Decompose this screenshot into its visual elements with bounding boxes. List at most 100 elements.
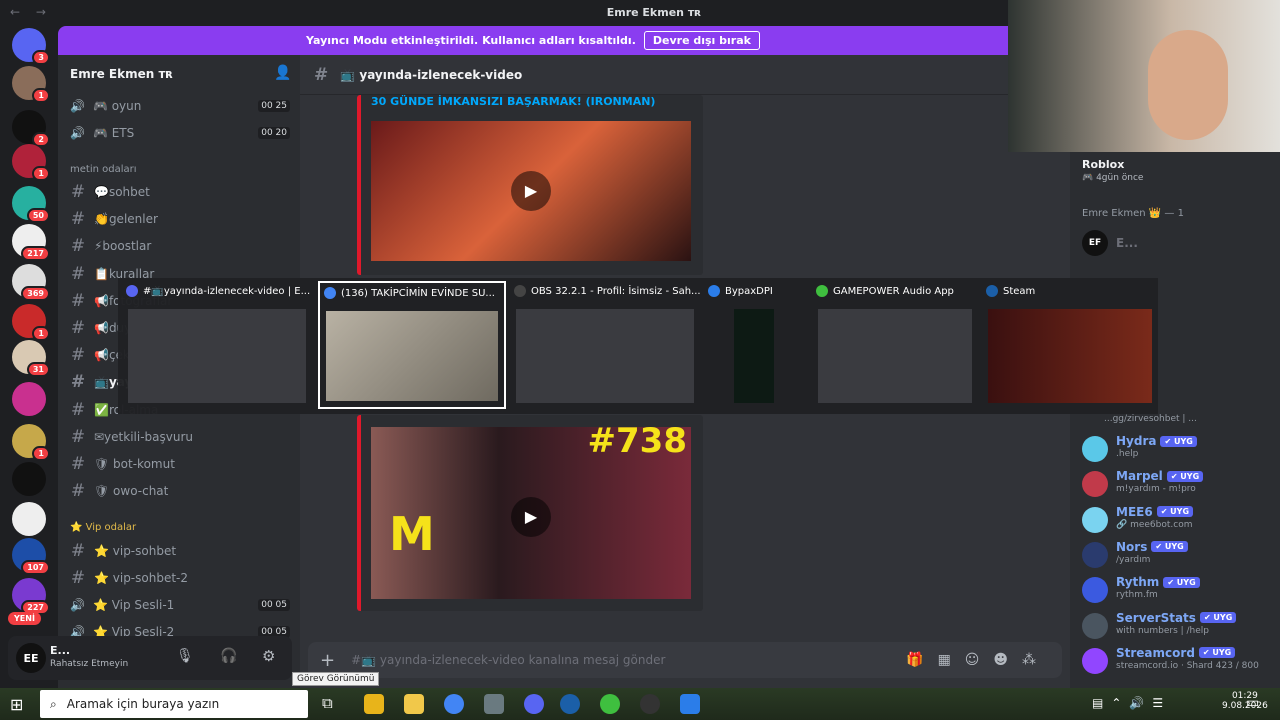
server-icon[interactable]: 2 <box>12 110 50 147</box>
hash-icon: # <box>70 209 86 230</box>
switcher-window[interactable]: Steam <box>982 281 1158 409</box>
bypaxdpi-icon[interactable] <box>680 694 700 714</box>
switcher-window[interactable]: BypaxDPI <box>704 281 804 409</box>
gamepower-icon[interactable] <box>600 694 620 714</box>
activity-title: Roblox <box>1082 158 1125 171</box>
text-channel[interactable]: # ✉yetkili-başvuru <box>70 426 290 448</box>
embed-title[interactable]: 30 GÜNDE İMKANSIZI BAŞARMAK! (IRONMAN) <box>371 95 655 108</box>
window-thumbnail <box>988 309 1152 403</box>
tray-icons[interactable]: ▤⌃🔊☰ <box>1092 696 1171 710</box>
headphones-icon[interactable]: 🎧 <box>220 648 237 664</box>
switcher-window[interactable]: #📺yayında-izlenecek-video | E... <box>122 281 312 409</box>
mention-badge: 50 <box>26 208 50 223</box>
member-status: with numbers | /help <box>1116 625 1210 636</box>
window-thumbnail <box>818 309 972 403</box>
voice-count: 00 20 <box>258 127 290 139</box>
member-streamcord[interactable]: Streamcord ✔ UYG streamcord.io · Shard 423… <box>1082 646 1277 678</box>
voice-channel-ets[interactable]: 🔊 🎮 ETS 00 20 <box>70 122 290 144</box>
window-thumbnail <box>516 309 694 403</box>
server-icon[interactable] <box>12 462 46 496</box>
member-name: MEE6 ✔ UYG <box>1116 505 1194 519</box>
text-channel[interactable]: # ⚡boostlar <box>70 235 290 257</box>
avatar <box>1082 612 1108 639</box>
member-marpel[interactable]: Marpel ✔ UYG m!yardım - m!pro <box>1082 469 1277 501</box>
channel-label: ⭐ vip-sohbet-2 <box>94 571 189 585</box>
server-icon[interactable]: 369 <box>12 264 50 301</box>
server-icon[interactable]: 1 <box>12 66 50 103</box>
member-hydra[interactable]: Hydra ✔ UYG .help <box>1082 434 1277 466</box>
taskbar-search[interactable]: ⌕ Aramak için buraya yazın <box>40 690 308 718</box>
switcher-window[interactable]: OBS 32.2.1 - Profil: İsimsiz - Sah... <box>510 281 701 409</box>
microphone-icon[interactable]: 🎙 <box>176 648 194 664</box>
hash-icon: # <box>70 290 86 311</box>
mention-badge: 31 <box>26 362 50 377</box>
message-composer[interactable]: + #📺 yayında-izlenecek-video kanalına me… <box>308 642 1062 678</box>
text-channel[interactable]: # 👏gelenler <box>70 208 290 230</box>
category-metin-odalari[interactable]: metin odaları <box>70 164 137 175</box>
chrome-icon[interactable] <box>444 694 464 714</box>
server-icon[interactable]: 217 <box>12 224 50 261</box>
voice-channel-oyun[interactable]: 🔊 🎮 oyun 00 25 <box>70 95 290 117</box>
server-icon[interactable]: 107 <box>12 538 50 575</box>
clock[interactable]: 01:29 9.08.2026 <box>1222 691 1268 711</box>
search-input[interactable]: Aramak için buraya yazın <box>67 697 219 711</box>
text-channel[interactable]: # 🛡 owo-chat <box>70 480 290 502</box>
channel-vip-sohbet-2[interactable]: # ⭐ vip-sohbet-2 <box>70 567 290 589</box>
member-owner[interactable]: EF E... <box>1082 228 1277 260</box>
steam-icon[interactable] <box>560 694 580 714</box>
avatar <box>1082 436 1108 462</box>
obs-icon[interactable] <box>640 694 660 714</box>
window-title: OBS 32.2.1 - Profil: İsimsiz - Sah... <box>531 285 701 297</box>
text-channel[interactable]: # 🛡 bot-komut <box>70 453 290 475</box>
server-icon[interactable]: 1 <box>12 144 50 181</box>
composer-icons[interactable]: 🎁▦☺☻⁂ <box>906 652 1050 668</box>
server-icon[interactable]: 3 <box>12 28 50 65</box>
text-channel[interactable]: # 💬sohbet <box>70 181 290 203</box>
avatar <box>1082 577 1108 604</box>
app-icon <box>514 285 526 297</box>
task-view-icon[interactable]: ⧉ <box>322 694 333 712</box>
video-thumbnail[interactable]: #738 M ▶ <box>371 421 691 599</box>
mention-badge: 1 <box>32 88 50 103</box>
member-rythm[interactable]: Rythm ✔ UYG rythm.fm <box>1082 575 1277 607</box>
file-explorer-icon[interactable] <box>404 694 424 714</box>
message-input[interactable]: #📺 yayında-izlenecek-video kanalına mesa… <box>351 653 665 667</box>
play-icon[interactable]: ▶ <box>511 171 551 211</box>
video-thumbnail[interactable]: ▶ <box>371 121 691 261</box>
app-icon[interactable] <box>484 694 504 714</box>
episode-number: #738 <box>587 421 687 461</box>
server-name-header[interactable]: Emre Ekmen ᴛʀ <box>70 67 173 81</box>
server-icon[interactable]: 1 <box>12 304 50 341</box>
category-vip[interactable]: ⭐ Vip odalar <box>70 522 136 533</box>
window-thumbnail <box>128 309 306 403</box>
notification-icon[interactable]: ▭ <box>1246 695 1259 711</box>
avatar[interactable]: EE <box>16 643 46 673</box>
plus-icon[interactable]: + <box>320 650 335 671</box>
roblox-icon[interactable] <box>364 694 384 714</box>
server-icon[interactable]: 31 <box>12 340 50 377</box>
member-mee6[interactable]: MEE6 ✔ UYG 🔗 mee6bot.com <box>1082 505 1277 537</box>
server-icon[interactable] <box>12 382 46 416</box>
voice-channel-vip-1[interactable]: 🔊 ⭐ Vip Sesli-1 00 05 <box>70 594 290 616</box>
invite-icon[interactable]: 👤 <box>274 65 291 81</box>
channel-vip-sohbet[interactable]: # ⭐ vip-sohbet <box>70 540 290 562</box>
gear-icon[interactable]: ⚙ <box>262 647 275 665</box>
voice-count: 00 05 <box>258 599 290 611</box>
window-title: GAMEPOWER Audio App <box>833 285 954 297</box>
mention-badge: 1 <box>32 166 50 181</box>
windows-start-icon[interactable]: ⊞ <box>10 695 28 714</box>
server-icon[interactable] <box>12 502 46 536</box>
member-serverstats[interactable]: ServerStats ✔ UYG with numbers | /help <box>1082 611 1277 643</box>
play-icon[interactable]: ▶ <box>511 497 551 537</box>
member-status: streamcord.io · Shard 423 / 800 <box>1116 660 1259 671</box>
disable-streamer-mode-button[interactable]: Devre dışı bırak <box>643 31 760 50</box>
switcher-window[interactable]: (136) TAKİPCİMİN EVİNDE SU... <box>318 281 506 409</box>
server-icon[interactable]: 50 <box>12 186 50 223</box>
member-nors[interactable]: Nors ✔ UYG/yardım <box>1082 540 1277 572</box>
server-icon[interactable]: 227 <box>12 578 50 615</box>
hash-icon: # <box>70 568 86 588</box>
discord-icon[interactable] <box>524 694 544 714</box>
switcher-window[interactable]: GAMEPOWER Audio App <box>812 281 978 409</box>
user-status: Rahatsız Etmeyin <box>50 659 129 669</box>
server-icon[interactable]: 1 <box>12 424 50 461</box>
